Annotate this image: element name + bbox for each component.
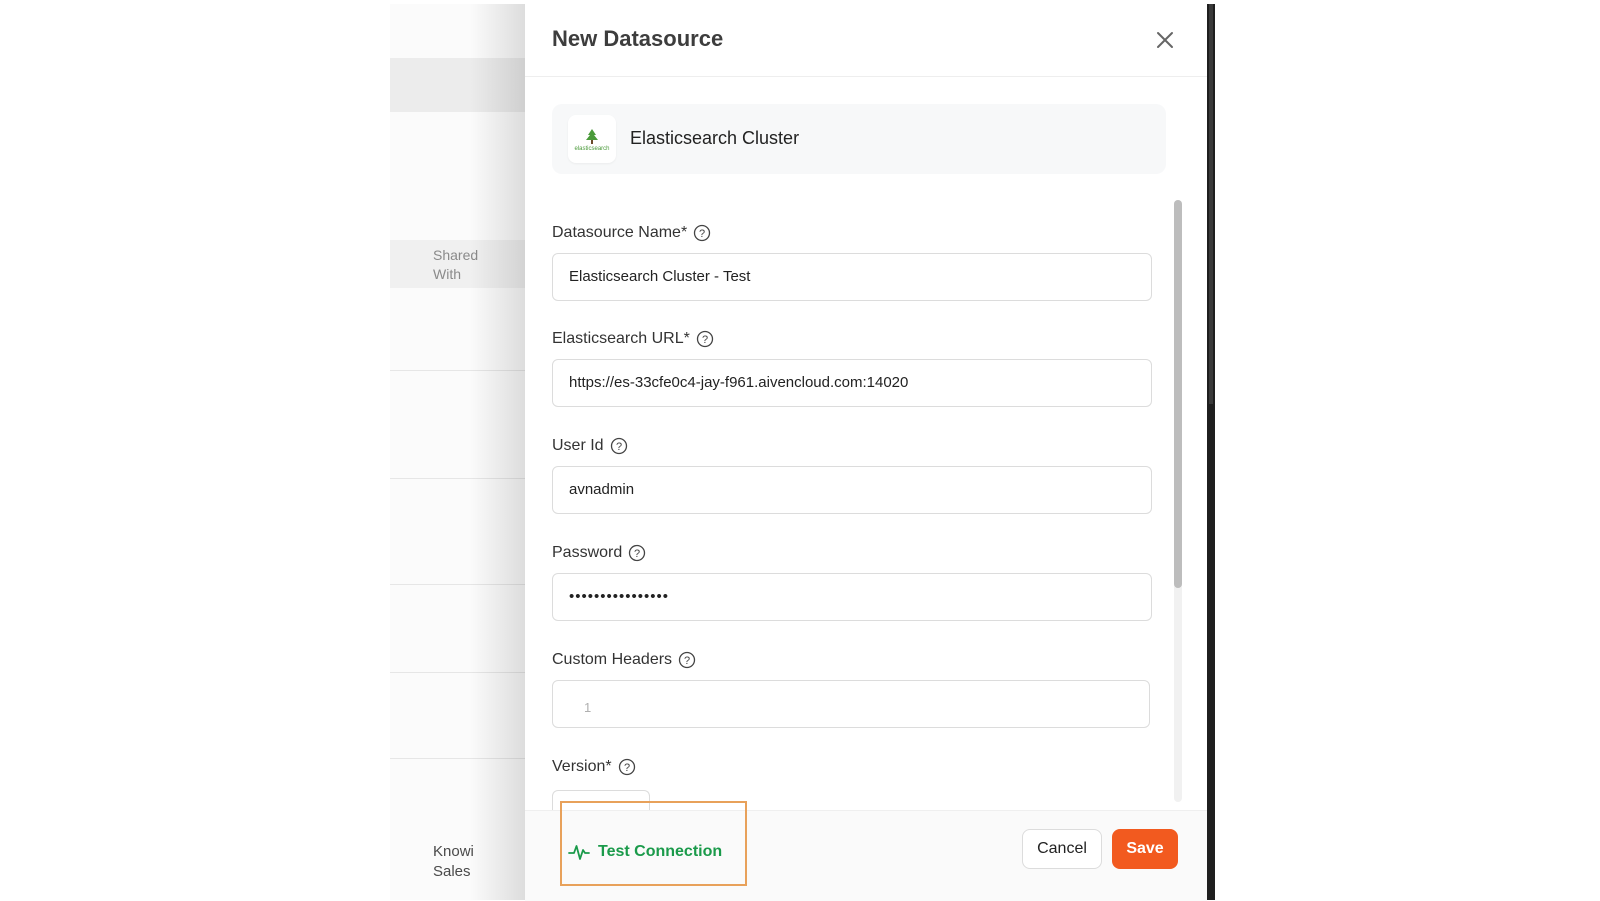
- help-icon[interactable]: ?: [693, 224, 711, 242]
- help-icon[interactable]: ?: [628, 544, 646, 562]
- svg-text:?: ?: [624, 762, 630, 774]
- svg-text:?: ?: [634, 548, 640, 560]
- save-button[interactable]: Save: [1112, 829, 1178, 869]
- password-input[interactable]: ••••••••••••••••: [552, 573, 1152, 621]
- elasticsearch-url-input[interactable]: https://es-33cfe0c4-jay-f961.aivencloud.…: [552, 359, 1152, 407]
- svg-text:?: ?: [684, 655, 690, 667]
- svg-text:elasticsearch: elasticsearch: [574, 146, 609, 152]
- datasource-type-name: Elasticsearch Cluster: [630, 128, 800, 148]
- test-connection-label: Test Connection: [598, 843, 723, 860]
- help-icon[interactable]: ?: [618, 758, 636, 776]
- close-icon: [1157, 32, 1173, 48]
- dialog-header: New Datasource: [525, 4, 1207, 77]
- pulse-icon: [568, 845, 590, 860]
- help-icon[interactable]: ?: [678, 651, 696, 669]
- custom-headers-editor[interactable]: 1: [552, 680, 1150, 728]
- svg-text:?: ?: [699, 228, 705, 240]
- datasource-name-label: Datasource Name* ?: [552, 224, 711, 242]
- password-label: Password ?: [552, 544, 646, 562]
- elasticsearch-logo: elasticsearch: [568, 115, 616, 163]
- svg-text:?: ?: [702, 334, 708, 346]
- user-id-label: User Id ?: [552, 437, 628, 455]
- window-edge: [1207, 4, 1215, 900]
- datasource-type-card: elasticsearch Elasticsearch Cluster: [552, 104, 1166, 174]
- new-datasource-dialog: New Datasource elasticsearch Elasticsear…: [525, 4, 1207, 901]
- svg-text:?: ?: [616, 441, 622, 453]
- test-connection-button[interactable]: Test Connection: [568, 841, 722, 863]
- form-scrollbar[interactable]: [1174, 200, 1182, 802]
- dialog-footer: Test Connection Cancel Save: [525, 801, 1207, 901]
- custom-headers-label: Custom Headers ?: [552, 651, 696, 669]
- elasticsearch-url-label: Elasticsearch URL* ?: [552, 330, 714, 348]
- dialog-shadow: [470, 4, 525, 900]
- datasource-name-input[interactable]: Elasticsearch Cluster - Test: [552, 253, 1152, 301]
- dialog-title: New Datasource: [552, 26, 724, 51]
- help-icon[interactable]: ?: [696, 330, 714, 348]
- user-id-input[interactable]: avnadmin: [552, 466, 1152, 514]
- close-button[interactable]: [1155, 30, 1175, 50]
- scrollbar-thumb[interactable]: [1174, 200, 1182, 588]
- help-icon[interactable]: ?: [610, 437, 628, 455]
- version-label: Version* ?: [552, 758, 636, 776]
- cancel-button[interactable]: Cancel: [1022, 829, 1102, 869]
- editor-line-number: 1: [584, 700, 592, 715]
